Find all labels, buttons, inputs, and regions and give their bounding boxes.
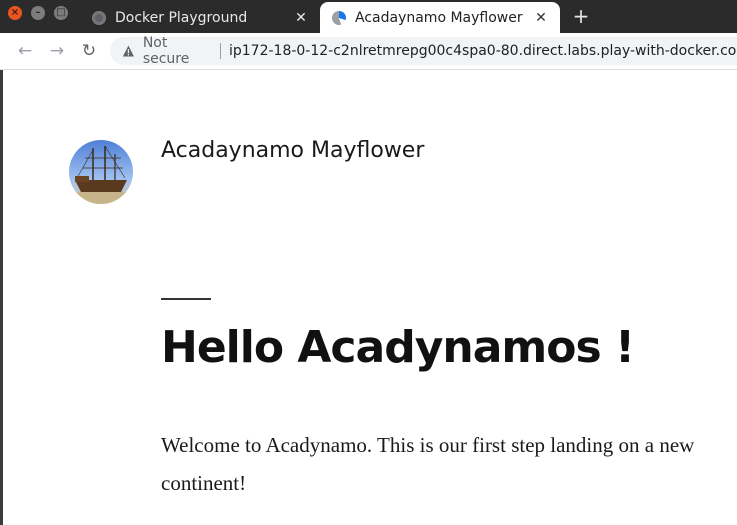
tab-acadaynamo-mayflower[interactable]: Acadaynamo Mayflower ✕ — [320, 2, 560, 33]
window-maximize-button[interactable]: □ — [54, 6, 68, 20]
back-button[interactable]: ← — [14, 40, 36, 62]
globe-icon — [92, 10, 106, 25]
window-close-button[interactable]: × — [8, 6, 22, 20]
new-tab-button[interactable]: + — [570, 5, 592, 27]
loading-icon — [332, 10, 346, 25]
tab-close-icon[interactable]: ✕ — [530, 10, 552, 26]
browser-toolbar: ← → ↻ Not secure ip172-18-0-12-c2nlretmr… — [0, 33, 737, 70]
post-title: Hello Acadynamos ! — [161, 322, 635, 373]
site-title[interactable]: Acadaynamo Mayflower — [161, 138, 424, 163]
site-logo[interactable] — [69, 140, 133, 204]
tab-docker-playground[interactable]: Docker Playground ✕ — [80, 2, 320, 33]
tab-title: Acadaynamo Mayflower — [355, 9, 523, 26]
forward-button[interactable]: → — [46, 40, 68, 62]
tab-title: Docker Playground — [115, 9, 248, 26]
page-content: Acadaynamo Mayflower Hello Acadynamos ! … — [0, 70, 737, 525]
warning-icon[interactable] — [122, 44, 135, 58]
tab-close-icon[interactable]: ✕ — [290, 10, 312, 26]
security-label[interactable]: Not secure — [143, 35, 212, 67]
heading-divider — [161, 298, 211, 300]
window-minimize-button[interactable]: – — [31, 6, 45, 20]
url-text[interactable]: ip172-18-0-12-c2nlretmrepg00c4spa0-80.di… — [229, 43, 737, 59]
address-bar[interactable]: Not secure ip172-18-0-12-c2nlretmrepg00c… — [110, 35, 737, 67]
tab-strip: × – □ Docker Playground ✕ Acadaynamo May… — [0, 0, 737, 33]
divider — [220, 43, 221, 59]
mayflower-ship-logo — [69, 140, 133, 204]
post-body: Welcome to Acadynamo. This is our first … — [161, 433, 695, 495]
reload-button[interactable]: ↻ — [78, 40, 100, 62]
